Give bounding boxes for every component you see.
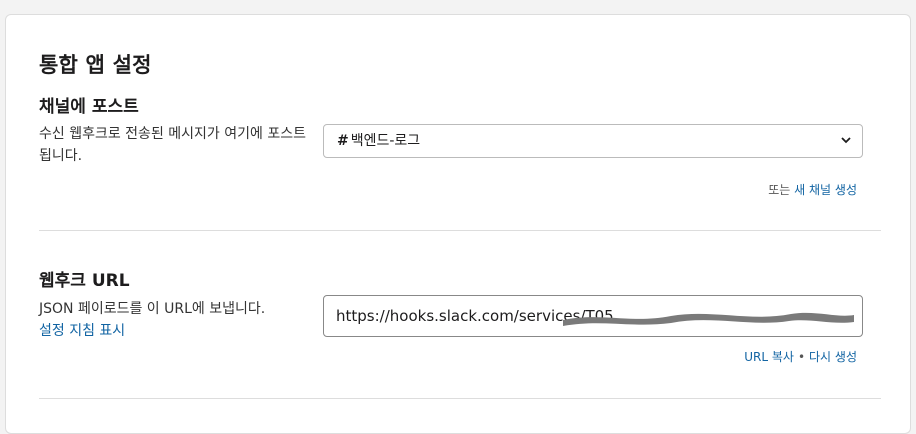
section-divider-bottom [39, 398, 881, 399]
separator-dot: • [797, 350, 806, 364]
channel-section-heading: 채널에 포스트 [39, 97, 139, 117]
section-divider [39, 230, 881, 231]
chevron-down-icon [841, 125, 851, 169]
page-title: 통합 앱 설정 [39, 53, 152, 77]
show-instructions-link[interactable]: 설정 지침 표시 [39, 323, 125, 339]
settings-card: 통합 앱 설정 채널에 포스트 수신 웹후크로 전송된 메시지가 여기에 포스트… [5, 14, 911, 434]
regenerate-link[interactable]: 다시 생성 [809, 350, 857, 364]
webhook-actions: URL 복사 • 다시 생성 [744, 348, 857, 365]
webhook-url-field[interactable]: https://hooks.slack.com/services/T05 [323, 295, 863, 337]
create-new-channel-link[interactable]: 새 채널 생성 [794, 183, 857, 197]
channel-select-value: 백엔드-로그 [350, 133, 421, 149]
channel-section-description: 수신 웹후크로 전송된 메시지가 여기에 포스트됩니다. [39, 126, 306, 164]
channel-select[interactable]: # 백엔드-로그 [323, 124, 863, 158]
copy-url-link[interactable]: URL 복사 [744, 350, 794, 364]
helper-prefix: 또는 [768, 183, 791, 197]
webhook-description-text: JSON 페이로드를 이 URL에 보냅니다. [39, 301, 266, 317]
url-redaction-mark [563, 312, 854, 326]
webhook-section-heading: 웹후크 URL [39, 271, 130, 291]
channel-hash-icon: # [337, 133, 349, 149]
webhook-section-description: JSON 페이로드를 이 URL에 보냅니다. 설정 지침 표시 [39, 298, 309, 342]
create-channel-helper: 또는 새 채널 생성 [768, 181, 857, 198]
